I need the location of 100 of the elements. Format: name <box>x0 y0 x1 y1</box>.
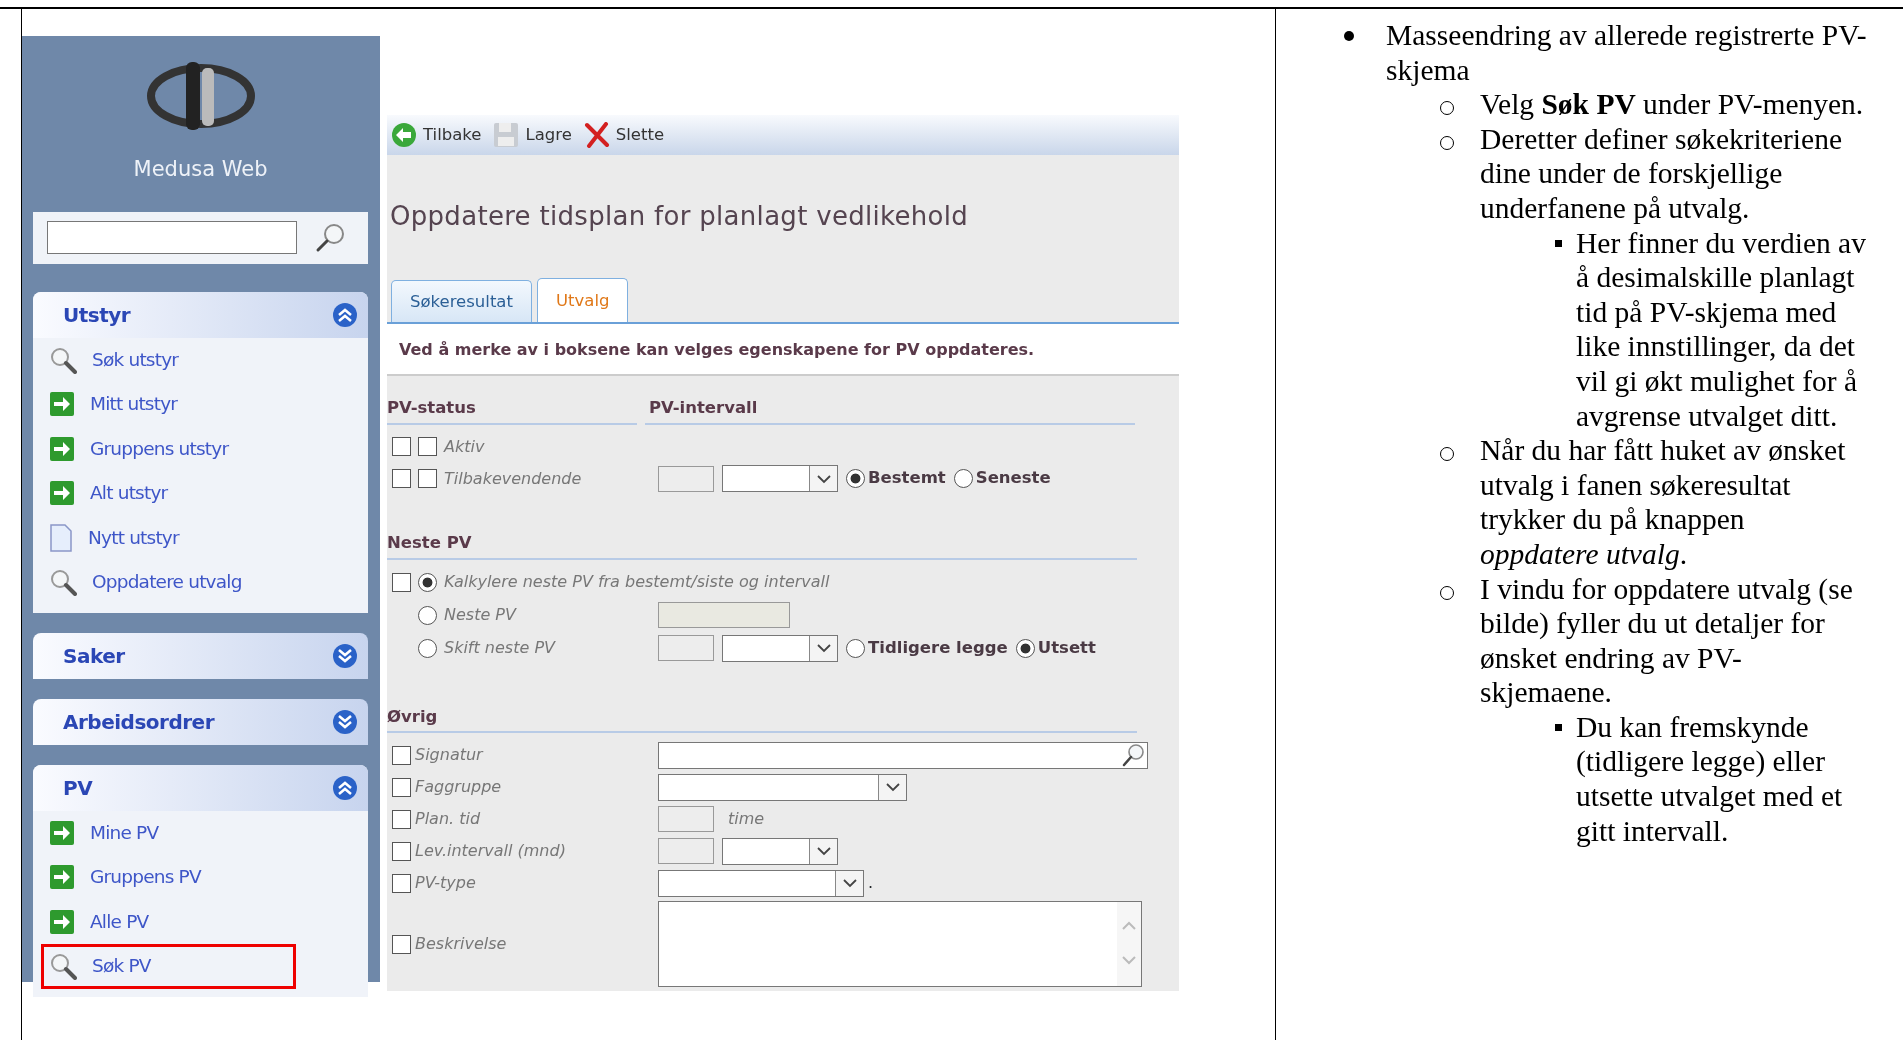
field-label: PV-type <box>415 872 476 895</box>
radio-button[interactable] <box>418 572 437 592</box>
caret-icon <box>842 878 857 889</box>
section-header[interactable]: PV <box>33 764 368 811</box>
menu-item-label: Nytt utstyr <box>88 525 179 550</box>
lookup-field[interactable] <box>658 741 1148 769</box>
note-text: Når du har fått huket av ønsket utvalg i fanen søkeresultat trykker du på knappen oppdatere utvalg. <box>1480 433 1847 572</box>
menu-item-label: Oppdatere utvalg <box>92 570 242 595</box>
field-label: Beskrivelse <box>415 933 507 956</box>
info-text: Ved å merke av i boksene kan velges egenskapene for PV oppdateres. <box>387 324 1179 376</box>
menu-item[interactable]: Gruppens PV <box>33 855 368 900</box>
field-label: Signatur <box>415 744 483 767</box>
section-header[interactable]: Saker <box>33 632 368 679</box>
checkbox[interactable] <box>392 469 411 489</box>
bullet-icon <box>1555 239 1562 247</box>
section-header[interactable]: Utstyr <box>33 291 368 338</box>
section-title: Saker <box>63 642 125 670</box>
checkbox[interactable] <box>392 841 411 861</box>
menu-item-label: Gruppens utstyr <box>90 436 229 461</box>
radio-label: Utsett <box>1037 636 1096 659</box>
menu-item-label: Søk PV <box>92 954 151 979</box>
page-heading: Oppdatere tidsplan for planlagt vedlikehold <box>390 200 970 233</box>
field-label: Tilbakevendende <box>444 467 582 490</box>
toolbar-button[interactable]: Tilbake <box>391 122 482 148</box>
menu-item-label: Alle PV <box>90 909 149 934</box>
section-title: Utstyr <box>63 301 131 329</box>
expand-icon[interactable] <box>332 642 358 669</box>
menu-item[interactable]: Gruppens utstyr <box>33 426 368 471</box>
radio-label: Tidligere legge <box>868 636 1008 659</box>
collapse-icon[interactable] <box>332 301 358 328</box>
collapse-icon[interactable] <box>332 774 358 801</box>
note-text: Velg Søk PV under PV-menyen. <box>1480 87 1864 122</box>
menu-item[interactable]: Søk utstyr <box>33 337 368 382</box>
input-field[interactable] <box>658 838 714 865</box>
dropdown[interactable] <box>722 465 838 493</box>
toolbar-button[interactable]: Lagre <box>493 122 572 148</box>
unit-label: time <box>728 808 765 831</box>
menu-item[interactable]: Mitt utstyr <box>33 382 368 427</box>
checkbox[interactable] <box>392 437 411 457</box>
tab[interactable]: Utvalg <box>536 278 629 322</box>
dropdown[interactable] <box>658 773 907 801</box>
expand-icon[interactable] <box>332 708 358 735</box>
menu-item[interactable]: Nytt utstyr <box>33 515 368 560</box>
checkbox[interactable] <box>418 437 437 457</box>
checkbox[interactable] <box>392 873 411 893</box>
caret-icon <box>816 643 831 653</box>
menu-item[interactable]: Oppdatere utvalg <box>33 560 368 605</box>
dropdown[interactable] <box>658 869 864 897</box>
checkbox[interactable] <box>392 934 411 954</box>
radio-label: Bestemt <box>868 467 946 490</box>
search-icon <box>49 568 77 597</box>
caret-icon <box>885 782 900 793</box>
radio-button[interactable] <box>953 469 973 489</box>
menu-item[interactable]: Alle PV <box>33 899 368 944</box>
field-label: Skift neste PV <box>444 637 555 659</box>
note-text: Deretter definer søkekriteriene dine under de forskjellige underfanene på utvalg. <box>1480 121 1843 226</box>
search-icon <box>49 952 77 981</box>
field-label: Kalkylere neste PV fra bestemt/siste og intervall <box>444 571 830 593</box>
menu-item-label: Alt utstyr <box>90 481 168 506</box>
suffix-text: . <box>868 872 874 895</box>
menu-item[interactable]: Alt utstyr <box>33 471 368 516</box>
input-field[interactable] <box>658 465 714 492</box>
menu-item-label: Gruppens PV <box>90 865 201 890</box>
checkbox[interactable] <box>392 809 411 829</box>
section-title: PV <box>63 774 93 802</box>
search-icon[interactable] <box>1121 743 1145 768</box>
checkbox[interactable] <box>418 469 437 489</box>
checkbox[interactable] <box>392 745 411 765</box>
scrollbar[interactable] <box>1117 902 1141 987</box>
search-icon <box>49 345 77 374</box>
radio-button[interactable] <box>418 605 437 625</box>
dropdown[interactable] <box>722 634 838 662</box>
search-icon[interactable] <box>315 222 345 253</box>
tab[interactable]: Søkeresultat <box>391 280 532 322</box>
field-label: Lev.intervall (mnd) <box>415 840 566 863</box>
radio-button[interactable] <box>846 469 865 489</box>
menu-item[interactable]: Mine PV <box>33 810 368 855</box>
checkbox[interactable] <box>392 777 411 797</box>
input-field[interactable] <box>658 635 714 661</box>
radio-button[interactable] <box>418 638 437 658</box>
bullet-icon <box>1555 723 1562 731</box>
section-heading: PV-status <box>387 396 637 425</box>
toolbar-button[interactable]: Slette <box>583 122 665 148</box>
back-icon <box>391 122 417 148</box>
section-heading: PV-intervall <box>645 396 1135 425</box>
bullet-icon <box>1344 31 1354 41</box>
radio-button[interactable] <box>846 638 865 658</box>
radio-button[interactable] <box>1015 638 1035 658</box>
app-title: Medusa Web <box>132 156 269 183</box>
textarea-field[interactable] <box>658 901 1142 988</box>
menu-item-label: Mitt utstyr <box>90 392 178 417</box>
note-text: Du kan fremskynde (tidligere legge) eller utsette utvalget med et gitt intervall. <box>1576 709 1844 849</box>
highlighted-menu-item[interactable]: Søk PV <box>41 944 296 989</box>
dropdown[interactable] <box>722 837 838 865</box>
section-header[interactable]: Arbeidsordrer <box>33 698 368 745</box>
input-field[interactable] <box>658 806 714 833</box>
input-field[interactable] <box>658 602 790 628</box>
checkbox[interactable] <box>392 572 411 592</box>
search-field[interactable] <box>47 221 297 254</box>
note-text: I vindu for oppdatere utvalg (se bilde) fyller du ut detaljer for ønsket endring av PV-skjemaene. <box>1480 571 1854 710</box>
